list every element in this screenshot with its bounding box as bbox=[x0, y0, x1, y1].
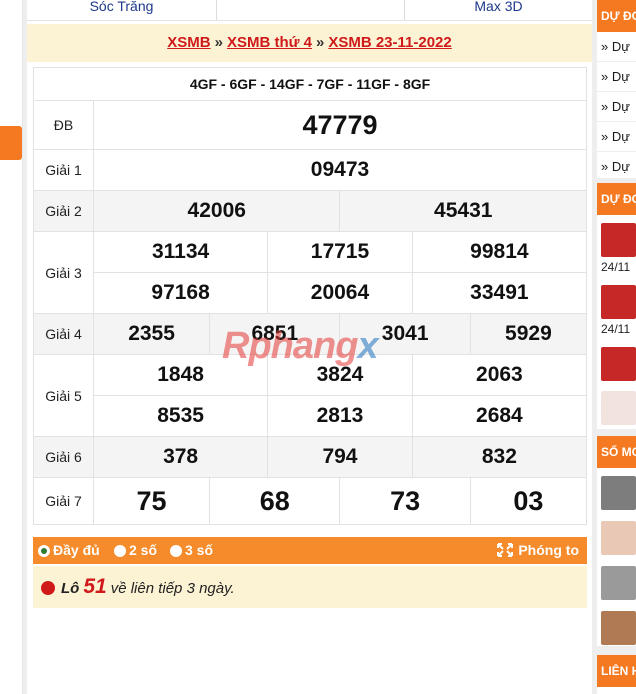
nav-divider bbox=[216, 0, 217, 20]
prize-2-number: 45431 bbox=[339, 190, 587, 232]
prize-6-number: 378 bbox=[92, 436, 269, 478]
prize-5-number: 8535 bbox=[92, 395, 269, 437]
sidebar-box-predictions: DỰ ĐO » Dự » Dự » Dự » Dự » Dự bbox=[597, 0, 636, 178]
sidebar-box-title: LIÊN H bbox=[597, 655, 636, 687]
expand-icon bbox=[497, 543, 514, 557]
post-thumbnail[interactable] bbox=[601, 285, 636, 319]
option-2-digits[interactable]: 2 số bbox=[114, 537, 157, 564]
prize-5-number: 2813 bbox=[267, 395, 413, 437]
prize-6-number: 832 bbox=[411, 436, 588, 478]
prize-codes: 4GF - 6GF - 14GF - 7GF - 11GF - 8GF bbox=[33, 67, 587, 101]
prize-7-number: 03 bbox=[469, 477, 588, 525]
radio-selected-icon[interactable] bbox=[38, 545, 50, 557]
red-dot-icon bbox=[41, 581, 55, 595]
breadcrumb-xsmb[interactable]: XSMB bbox=[167, 34, 210, 51]
prize-label-4: Giải 4 bbox=[33, 313, 94, 355]
radio-icon[interactable] bbox=[170, 545, 182, 557]
prize-5-number: 2684 bbox=[411, 395, 588, 437]
post-thumbnail[interactable] bbox=[601, 391, 636, 425]
option-3-digits[interactable]: 3 số bbox=[170, 537, 213, 564]
dream-thumbnail[interactable] bbox=[601, 566, 636, 600]
loto-label: Lô bbox=[61, 580, 80, 597]
sidebar-box-contact: LIÊN H bbox=[597, 655, 636, 694]
prize-label-3: Giải 3 bbox=[33, 231, 94, 314]
watermark-logo: Rphangx bbox=[222, 325, 379, 367]
nav-link-max-3d[interactable]: Max 3D bbox=[405, 0, 592, 20]
radio-icon[interactable] bbox=[114, 545, 126, 557]
prize-1-number: 09473 bbox=[93, 149, 587, 191]
breadcrumb-weekday[interactable]: XSMB thứ 4 bbox=[227, 34, 312, 51]
prize-label-5: Giải 5 bbox=[33, 354, 94, 437]
option-full[interactable]: Đầy đủ bbox=[38, 537, 100, 564]
sidebar-box-prediction-posts: DỰ ĐO 24/11 24/11 bbox=[597, 183, 636, 429]
prize-label-6: Giải 6 bbox=[33, 436, 94, 478]
breadcrumb: XSMB» XSMB thứ 4» XSMB 23-11-2022 bbox=[27, 24, 592, 62]
dream-thumbnail[interactable] bbox=[601, 521, 636, 555]
prize-3-number: 99814 bbox=[411, 231, 588, 273]
post-date: 24/11 bbox=[601, 322, 631, 336]
prize-7-number: 73 bbox=[339, 477, 471, 525]
nav-link-soc-trang[interactable]: Sóc Trăng bbox=[27, 0, 216, 20]
prize-2-number: 42006 bbox=[92, 190, 341, 232]
sidebar-box-title: SỐ MƠ bbox=[597, 436, 636, 468]
sidebar-link[interactable]: » Dự bbox=[597, 62, 636, 92]
results-table: 4GF - 6GF - 14GF - 7GF - 11GF - 8GF ĐB 4… bbox=[33, 67, 588, 525]
sidebar-link[interactable]: » Dự bbox=[597, 32, 636, 62]
dream-thumbnail[interactable] bbox=[601, 611, 636, 645]
prize-3-number: 33491 bbox=[411, 272, 588, 314]
right-sidebar: DỰ ĐO » Dự » Dự » Dự » Dự » Dự DỰ ĐO 24/… bbox=[592, 0, 636, 694]
post-date: 24/11 bbox=[601, 260, 631, 274]
breadcrumb-separator: » bbox=[315, 34, 325, 51]
prize-4-number: 2355 bbox=[92, 313, 211, 355]
sidebar-box-title: DỰ ĐO bbox=[597, 183, 636, 215]
zoom-button[interactable]: Phóng to bbox=[496, 537, 579, 564]
loto-number[interactable]: 51 bbox=[83, 575, 106, 598]
sidebar-box-dreams: SỐ MƠ bbox=[597, 436, 636, 646]
prize-label-7: Giải 7 bbox=[33, 477, 94, 525]
dream-thumbnail[interactable] bbox=[601, 476, 636, 510]
main-content: Sóc Trăng Max 3D XSMB» XSMB thứ 4» XSMB 23… bbox=[27, 0, 592, 694]
prize-6-number: 794 bbox=[267, 436, 413, 478]
post-thumbnail[interactable] bbox=[601, 347, 636, 381]
prize-3-number: 97168 bbox=[92, 272, 269, 314]
sidebar-box-title: DỰ ĐO bbox=[597, 0, 636, 32]
left-sidebar-strip bbox=[0, 0, 23, 694]
prize-3-number: 17715 bbox=[267, 231, 413, 273]
prize-4-number: 5929 bbox=[469, 313, 588, 355]
prize-label-2: Giải 2 bbox=[33, 190, 94, 232]
prize-5-number: 2063 bbox=[411, 354, 588, 396]
prize-3-number: 20064 bbox=[267, 272, 413, 314]
special-prize-number: 47779 bbox=[93, 100, 587, 150]
sidebar-link[interactable]: » Dự bbox=[597, 152, 636, 178]
breadcrumb-separator: » bbox=[214, 34, 223, 51]
prize-label-1: Giải 1 bbox=[33, 149, 94, 191]
prize-3-number: 31134 bbox=[92, 231, 269, 273]
loto-streak-note: Lô 51 về liên tiếp 3 ngày. bbox=[33, 566, 587, 608]
prize-7-number: 68 bbox=[209, 477, 341, 525]
left-sidebar-tab[interactable] bbox=[0, 126, 22, 160]
prize-7-number: 75 bbox=[92, 477, 211, 525]
top-nav: Sóc Trăng Max 3D bbox=[27, 0, 592, 21]
sidebar-link[interactable]: » Dự bbox=[597, 92, 636, 122]
prize-label-db: ĐB bbox=[33, 100, 94, 150]
loto-description: về liên tiếp 3 ngày. bbox=[110, 580, 235, 597]
breadcrumb-date[interactable]: XSMB 23-11-2022 bbox=[328, 34, 451, 51]
post-thumbnail[interactable] bbox=[601, 223, 636, 257]
sidebar-link[interactable]: » Dự bbox=[597, 122, 636, 152]
display-options-bar: Đầy đủ 2 số 3 số Phóng to bbox=[33, 537, 587, 564]
